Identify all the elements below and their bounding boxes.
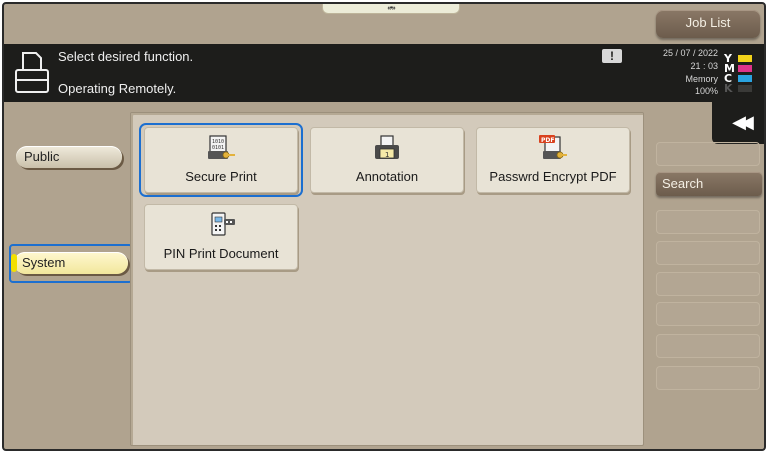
printer-status-icon [15, 52, 49, 93]
disabled-slot [656, 272, 760, 296]
toner-levels: Y M C K [724, 52, 760, 95]
device-panel-frame: «•» Job List Select desired function. Op… [2, 2, 766, 451]
svg-text:0101: 0101 [212, 145, 224, 151]
remote-status-message: Operating Remotely. [58, 81, 177, 96]
search-button[interactable]: Search [656, 172, 762, 196]
toner-letter: K [724, 82, 733, 95]
secure-print-button[interactable]: 1010 0101 Secure Print [144, 127, 298, 193]
toner-bar-icon [738, 85, 752, 92]
toner-black: K [724, 82, 760, 95]
disabled-slot [656, 241, 760, 265]
memory-value: 100% [694, 86, 718, 96]
memory-label: Memory [685, 74, 718, 84]
disabled-slot [656, 302, 760, 326]
message-bar: Select desired function. Operating Remot… [4, 44, 764, 102]
time-display: 21 : 03 [690, 61, 718, 71]
public-tab[interactable]: Public [16, 146, 122, 168]
annotation-label: Annotation [355, 169, 419, 184]
disabled-slot [656, 210, 760, 234]
annotation-icon: 1 [375, 135, 399, 159]
pin-print-document-button[interactable]: PIN Print Document [144, 204, 298, 270]
status-message: Select desired function. [58, 49, 194, 64]
alert-icon[interactable]: ! [602, 49, 622, 63]
pdf-badge-text: PDF [541, 137, 554, 144]
function-panel: 1010 0101 Secure Print 1 Annotation PDF [130, 112, 644, 446]
svg-text:1: 1 [385, 151, 389, 159]
annotation-button[interactable]: 1 Annotation [310, 127, 464, 193]
top-drag-handle[interactable]: «•» [322, 4, 460, 14]
secure-print-icon: 1010 0101 [208, 135, 235, 159]
disabled-slot [656, 142, 760, 166]
toner-bar-icon [738, 75, 752, 82]
secure-print-label: Secure Print [185, 169, 257, 184]
back-button[interactable]: ◀◀ [712, 102, 764, 144]
disabled-slot [656, 366, 760, 390]
passwrd-encrypt-pdf-label: Passwrd Encrypt PDF [489, 169, 617, 184]
job-list-button[interactable]: Job List [656, 10, 760, 38]
system-tab[interactable]: System [11, 252, 128, 274]
toner-bar-icon [738, 65, 752, 72]
toner-bar-icon [738, 55, 752, 62]
date-display: 25 / 07 / 2022 [662, 48, 718, 58]
disabled-slot [656, 334, 760, 358]
pin-print-icon [211, 212, 235, 236]
passwrd-encrypt-pdf-button[interactable]: PDF Passwrd Encrypt PDF [476, 127, 630, 193]
pin-print-document-label: PIN Print Document [163, 246, 279, 261]
encrypt-pdf-icon: PDF [539, 135, 567, 159]
